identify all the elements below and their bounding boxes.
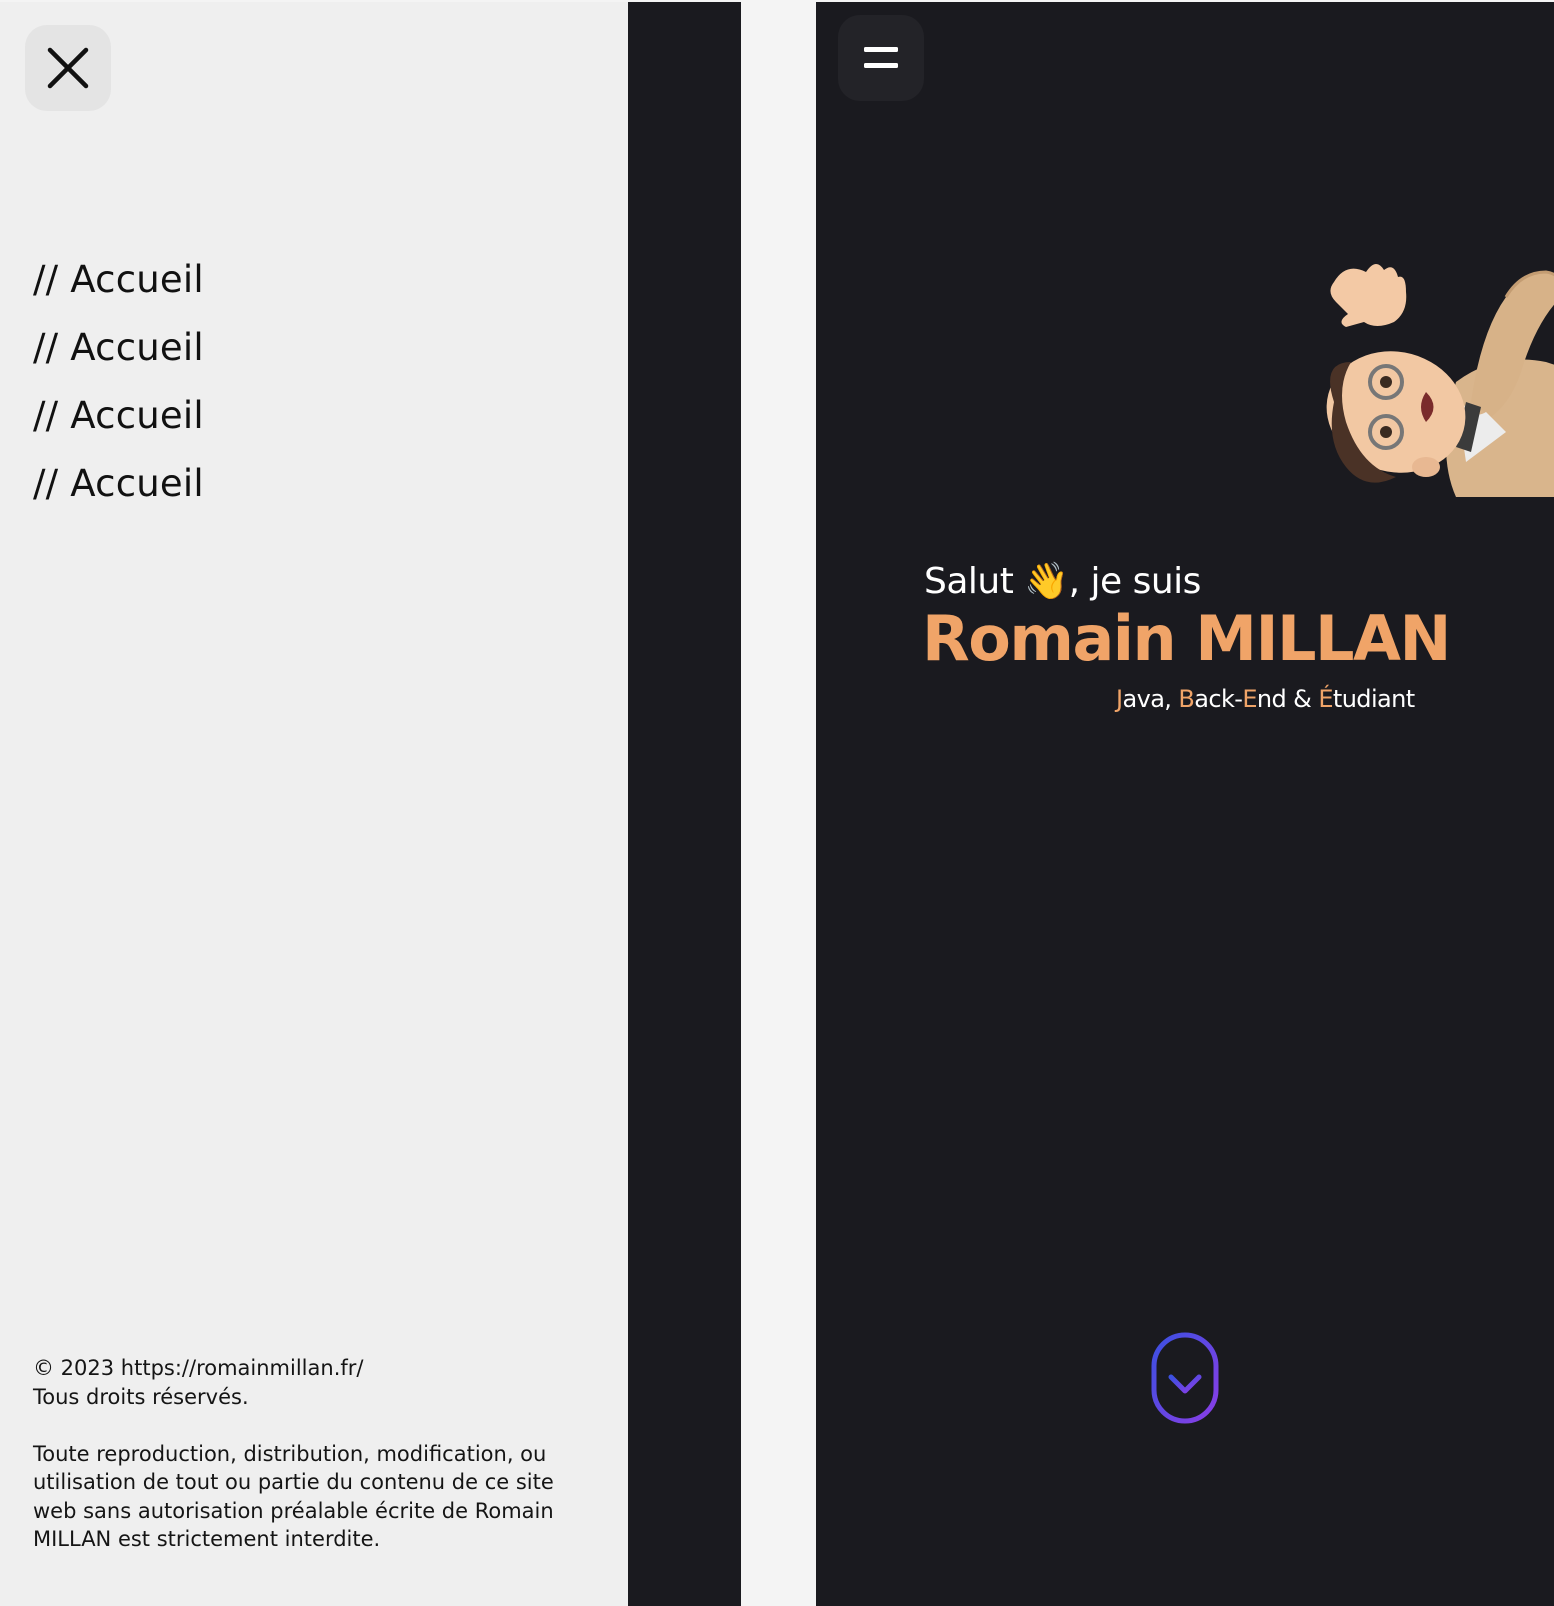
nav-item-accueil[interactable]: // Accueil [33,246,204,314]
nav-item-accueil[interactable]: // Accueil [33,382,204,450]
hero-tagline: Java, Back-End & Étudiant [1116,685,1415,713]
tagline-letter: É [1318,685,1333,713]
menu-button[interactable] [838,15,924,101]
tagline-text: ava, [1122,685,1179,713]
hero-section: Salut 👋, je suis Romain MILLAN Java, Bac… [816,2,1554,1606]
close-icon [47,47,89,89]
tagline-text: tudiant [1332,685,1415,713]
waving-hand-icon: 👋 [1024,561,1069,602]
rights-reserved-text: Tous droits réservés. [33,1384,249,1409]
tagline-text: nd & [1256,685,1319,713]
nav-item-accueil[interactable]: // Accueil [33,450,204,518]
tagline-letter: B [1178,685,1195,713]
hero-name: Romain MILLAN [922,602,1451,675]
side-drawer: // Accueil // Accueil // Accueil // Accu… [0,2,628,1606]
overlay-strip [628,2,741,1606]
copyright-block: © 2023 https://romainmillan.fr/ Tous dro… [33,1354,603,1554]
waving-avatar [1326,263,1554,497]
copyright-line: © 2023 https://romainmillan.fr/ [33,1356,364,1380]
greeting-after: , je suis [1068,561,1202,602]
tagline-text: ack- [1194,685,1243,713]
hamburger-menu-icon [864,47,898,68]
close-menu-button[interactable] [25,25,111,111]
gutter [741,0,816,1606]
tagline-letter: E [1242,685,1257,713]
scroll-down-icon[interactable] [1150,1331,1220,1425]
greeting-before: Salut [924,561,1025,602]
page: // Accueil // Accueil // Accueil // Accu… [0,0,1554,1606]
nav-item-accueil[interactable]: // Accueil [33,314,204,382]
legal-notice: Toute reproduction, distribution, modifi… [33,1441,554,1552]
drawer-nav: // Accueil // Accueil // Accueil // Accu… [33,246,204,518]
greeting-text: Salut 👋, je suis [924,560,1201,602]
